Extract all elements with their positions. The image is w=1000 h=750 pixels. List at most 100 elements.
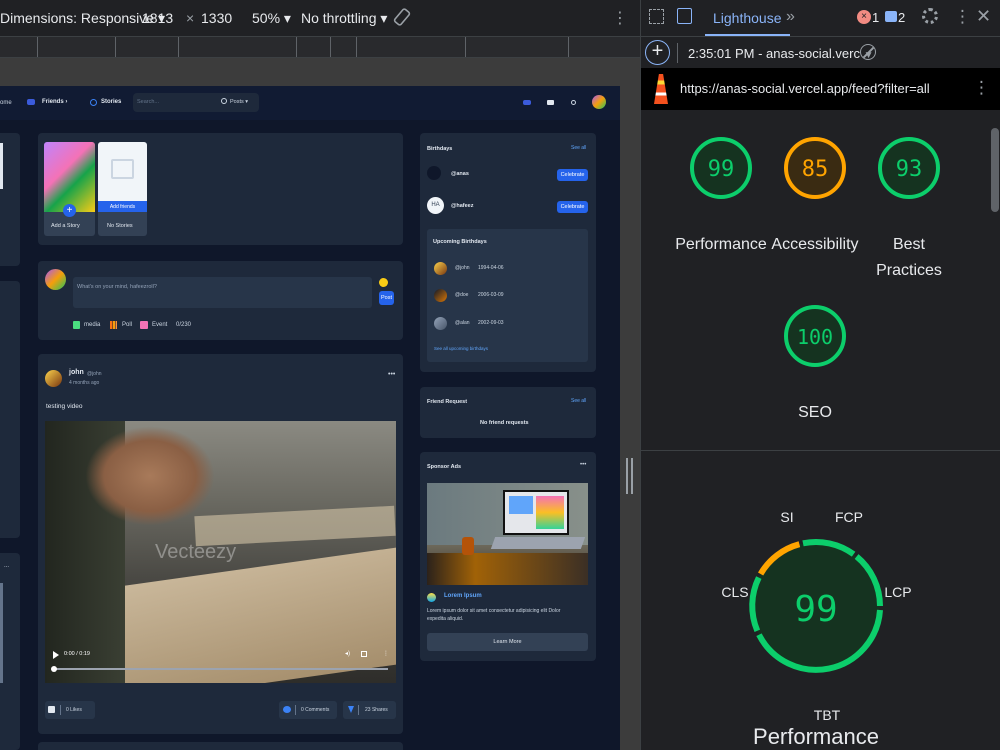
score-value-seo: 100	[797, 325, 833, 349]
height-input[interactable]: 1330	[201, 10, 232, 26]
report-scrollbar[interactable]	[991, 128, 999, 212]
upcoming-avatar-doe	[434, 289, 447, 302]
upcoming-handle-doe[interactable]: @doe	[455, 292, 468, 298]
post-video[interactable]: Vecteezy 0:00 / 0:19 ◂) ⋮	[45, 421, 396, 683]
like-button[interactable]: 0 Likes	[45, 701, 95, 719]
video-menu-icon[interactable]: ⋮	[383, 650, 389, 657]
score-performance[interactable]: 99	[689, 136, 753, 220]
issue-count: 2	[898, 10, 906, 25]
media-icon[interactable]	[73, 321, 80, 329]
sponsor-image	[427, 483, 588, 585]
post-button[interactable]: Post	[379, 291, 394, 305]
plus-icon[interactable]: +	[63, 204, 76, 217]
play-icon[interactable]	[53, 651, 59, 659]
lighthouse-logo-icon	[654, 74, 668, 104]
volume-icon[interactable]: ◂)	[345, 650, 350, 657]
site-navbar: ome Friends › Stories Search... Posts ▾	[0, 86, 620, 120]
search-filter-select[interactable]: Posts ▾	[230, 99, 248, 105]
settings-icon[interactable]	[571, 100, 576, 105]
tab-lighthouse[interactable]: Lighthouse	[705, 0, 790, 36]
score-best-practices[interactable]: 93	[877, 136, 941, 220]
friend-request-card: Friend Request See all No friend request…	[420, 387, 596, 438]
event-icon[interactable]	[140, 321, 148, 329]
search-bar[interactable]: Search... Posts ▾	[133, 93, 259, 112]
audited-url[interactable]: https://anas-social.vercel.app/feed?filt…	[680, 81, 930, 96]
new-report-icon[interactable]: +	[645, 40, 670, 65]
score-value-best-practices: 93	[896, 157, 923, 182]
clear-icon[interactable]	[860, 44, 876, 60]
error-icon[interactable]: ×	[857, 10, 871, 24]
nav-home[interactable]: ome	[0, 100, 12, 106]
birthdays-see-all[interactable]: See all	[571, 145, 586, 151]
score-ring-accessibility: 85	[784, 137, 846, 199]
friend-request-see-all[interactable]: See all	[571, 398, 586, 404]
metric-si: SI	[780, 509, 793, 525]
report-select[interactable]: 2:35:01 PM - anas-social.verc ▼	[688, 46, 874, 61]
zoom-select[interactable]: 50% ▾	[252, 10, 291, 27]
score-seo[interactable]: 100	[783, 304, 847, 388]
messages-icon[interactable]	[547, 100, 554, 105]
poll-icon[interactable]	[110, 321, 117, 329]
search-input[interactable]: Search...	[137, 99, 159, 105]
times-symbol: ×	[186, 10, 195, 26]
sponsor-title: Sponsor Ads	[427, 464, 462, 470]
see-all-upcoming-link[interactable]: See all upcoming birthdays	[434, 346, 488, 351]
search-icon	[221, 98, 227, 104]
people-icon[interactable]	[523, 100, 531, 105]
lighthouse-report: 99 Performance 85 Accessibility 93 Best P…	[640, 110, 1000, 750]
birthday-handle-anas[interactable]: @anas	[451, 171, 469, 177]
celebrate-button-anas[interactable]: Celebrate	[557, 169, 588, 181]
issues-icon[interactable]	[885, 11, 897, 22]
post-author-name[interactable]: john	[69, 369, 84, 376]
dimensions-select[interactable]: Dimensions: Responsive ▾	[0, 10, 165, 27]
nav-stories[interactable]: Stories	[101, 99, 121, 105]
devtools-menu-icon[interactable]: ⋮	[954, 7, 971, 27]
settings-gear-icon[interactable]	[922, 8, 938, 24]
close-devtools-icon[interactable]: ✕	[976, 6, 991, 27]
inspect-element-icon[interactable]	[649, 9, 664, 24]
resize-handle[interactable]	[626, 458, 634, 494]
post-author-avatar	[45, 370, 62, 387]
celebrate-button-hafeez[interactable]: Celebrate	[557, 201, 588, 213]
comments-button[interactable]: 0 Comments	[279, 701, 337, 719]
video-progress[interactable]	[51, 666, 388, 672]
add-friends-button[interactable]: Add friends	[98, 201, 147, 212]
user-avatar[interactable]	[592, 95, 606, 109]
birthday-handle-hafeez[interactable]: @hafeez	[451, 203, 473, 209]
media-label[interactable]: media	[84, 322, 100, 328]
poll-label[interactable]: Poll	[122, 322, 132, 328]
post-menu-icon[interactable]: •••	[388, 371, 395, 378]
friends-icon	[27, 99, 35, 105]
add-story-label: Add a Story	[51, 223, 80, 229]
width-input[interactable]: 1813	[142, 10, 173, 26]
post-time: 4 months ago	[69, 380, 100, 386]
more-tabs-icon[interactable]: »	[786, 8, 795, 26]
upcoming-handle-john[interactable]: @john	[455, 265, 470, 271]
composer-input[interactable]: What's on your mind, hafeezroll?	[73, 277, 372, 308]
upcoming-handle-alan[interactable]: @alan	[455, 320, 470, 326]
learn-more-button[interactable]: Learn More	[427, 633, 588, 651]
throttling-select[interactable]: No throttling ▾	[301, 10, 387, 27]
label-practices: Practices	[876, 262, 942, 279]
shares-button[interactable]: 23 Shares	[343, 701, 396, 719]
sponsor-menu-icon[interactable]: •••	[580, 462, 586, 468]
url-menu-icon[interactable]: ⋮	[973, 78, 990, 98]
nav-friends[interactable]: Friends ›	[42, 99, 67, 105]
event-label[interactable]: Event	[152, 322, 167, 328]
add-story-tile[interactable]: + Add a Story	[44, 142, 95, 236]
upcoming-date-alan: 2002-09-03	[478, 320, 504, 326]
media-query-ruler	[0, 36, 640, 58]
video-watermark: Vecteezy	[155, 541, 237, 563]
score-accessibility[interactable]: 85	[783, 136, 847, 220]
emoji-icon[interactable]	[379, 278, 388, 287]
upcoming-title: Upcoming Birthdays	[433, 239, 487, 245]
rotate-icon[interactable]	[392, 7, 412, 30]
sponsor-ads-card: Sponsor Ads ••• Lorem Ipsum Lorem ipsum …	[420, 452, 596, 661]
fullscreen-icon[interactable]	[361, 651, 367, 657]
left-sidebar-card-3: ...	[0, 553, 20, 750]
more-options-icon[interactable]: ⋮	[612, 8, 628, 28]
sponsor-name[interactable]: Lorem Ipsum	[444, 593, 482, 599]
add-friends-label: Add friends	[109, 203, 136, 210]
device-toggle-icon[interactable]	[677, 8, 692, 24]
feed-post: john @john 4 months ago ••• testing vide…	[38, 354, 403, 734]
